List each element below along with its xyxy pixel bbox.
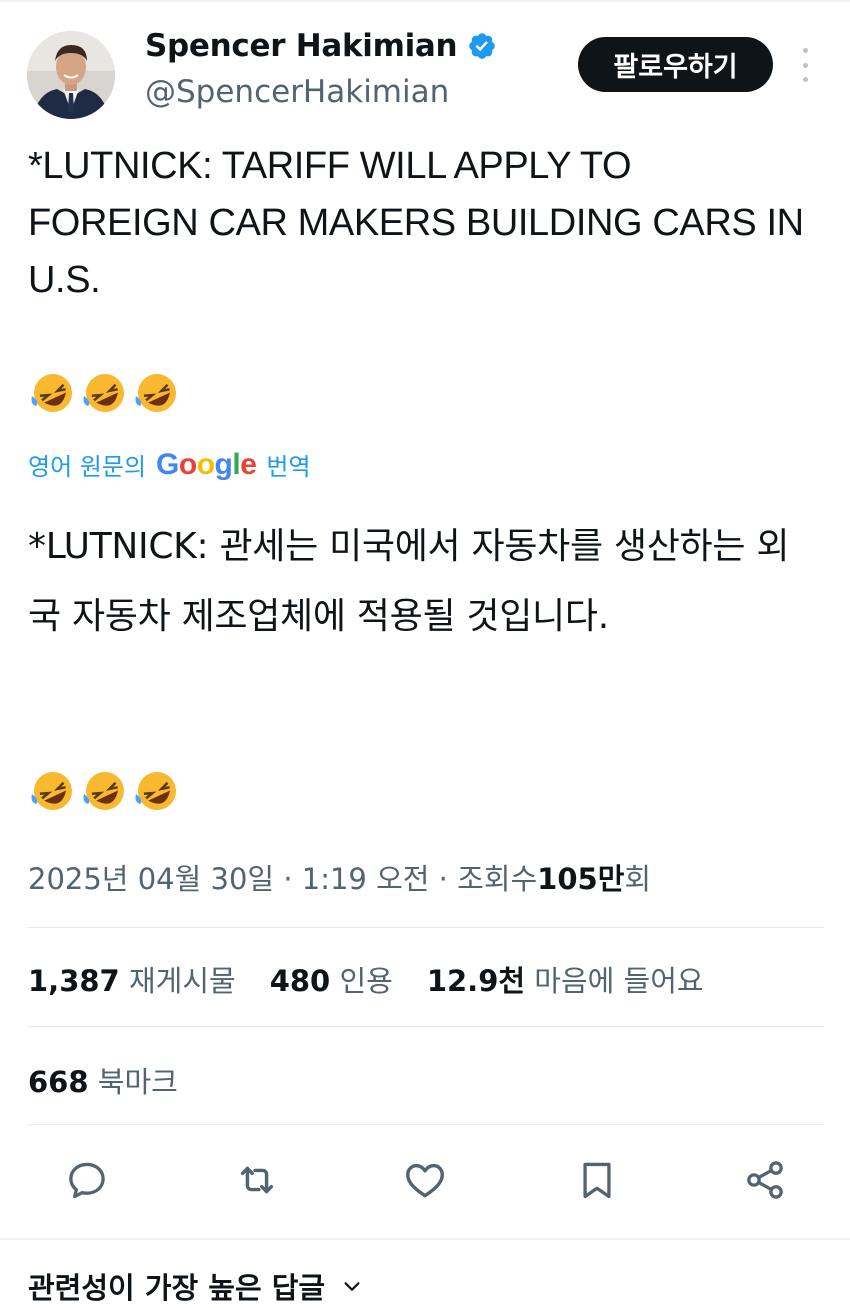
bookmarks-label: 북마크 (97, 1065, 178, 1099)
avatar-image (27, 31, 115, 119)
quotes-count: 480 (269, 964, 331, 998)
tweet-date[interactable]: 2025년 04월 30일 (28, 862, 274, 896)
author-handle[interactable]: @SpencerHakimian (145, 74, 449, 110)
top-border (0, 0, 850, 2)
chevron-down-icon (344, 1282, 360, 1291)
verified-badge-icon (469, 33, 496, 59)
tweet-time[interactable]: 1:19 오전 (302, 862, 430, 896)
author-name[interactable]: Spencer Hakimian (145, 28, 458, 64)
google-logo: Google (156, 447, 257, 481)
tweet-translated-emoji (28, 766, 182, 816)
author-name-row[interactable]: Spencer Hakimian (145, 28, 497, 64)
tweet-translated-text: *LUTNICK: 관세는 미국에서 자동차를 생산하는 외국 자동차 제조업체… (28, 526, 790, 637)
divider (28, 927, 824, 928)
likes-count: 12.9천 (426, 964, 526, 998)
translation-attribution[interactable]: 영어 원문의 Google 번역 (28, 447, 311, 482)
retweets-label: 재게시물 (128, 964, 236, 998)
rofl-emoji-icon (135, 772, 176, 810)
follow-button[interactable]: 팔로우하기 (578, 37, 773, 92)
views-label: 조회수 (457, 862, 538, 896)
replies-sort-label: 관련성이 가장 높은 답글 (28, 1271, 326, 1305)
translation-suffix: 번역 (266, 453, 311, 481)
bookmarks-stat[interactable]: 668 북마크 (28, 1059, 178, 1101)
quotes-stat[interactable]: 480 인용 (270, 958, 393, 1000)
engagement-stats: 1,387 재게시물 480 인용 12.9천 마음에 들어요 (28, 958, 738, 1000)
retweets-stat[interactable]: 1,387 재게시물 (28, 958, 236, 1000)
like-icon[interactable] (400, 1155, 450, 1205)
rofl-emoji-icon (31, 772, 72, 810)
rofl-emoji-icon (83, 374, 124, 412)
divider (28, 1124, 824, 1125)
bookmarks-count: 668 (28, 1065, 89, 1099)
meta-separator: · (283, 862, 293, 896)
views-value: 105만 (537, 862, 625, 896)
quotes-label: 인용 (339, 964, 393, 998)
likes-label: 마음에 들어요 (534, 964, 704, 998)
more-options-icon[interactable] (798, 48, 812, 82)
translation-prefix: 영어 원문의 (28, 453, 147, 481)
meta-separator: · (438, 862, 448, 896)
rofl-emoji-icon (135, 374, 176, 412)
avatar[interactable] (27, 31, 115, 119)
share-icon[interactable] (740, 1155, 790, 1205)
likes-stat[interactable]: 12.9천 마음에 들어요 (427, 958, 704, 1000)
views-suffix: 회 (624, 862, 652, 896)
rofl-emoji-icon (31, 374, 72, 412)
section-divider (0, 1238, 850, 1240)
action-bar (0, 1155, 850, 1205)
tweet-text: *LUTNICK: TARIFF WILL APPLY TO FOREIGN C… (28, 145, 804, 301)
tweet-meta: 2025년 04월 30일 · 1:19 오전 · 조회수105만회 (28, 856, 651, 898)
retweet-icon[interactable] (232, 1155, 282, 1205)
reply-icon[interactable] (62, 1155, 112, 1205)
replies-sort-dropdown[interactable]: 관련성이 가장 높은 답글 (28, 1265, 363, 1307)
divider (28, 1026, 824, 1027)
tweet-emoji (28, 368, 182, 418)
bookmark-icon[interactable] (572, 1155, 622, 1205)
retweets-count: 1,387 (28, 964, 120, 998)
rofl-emoji-icon (83, 772, 124, 810)
